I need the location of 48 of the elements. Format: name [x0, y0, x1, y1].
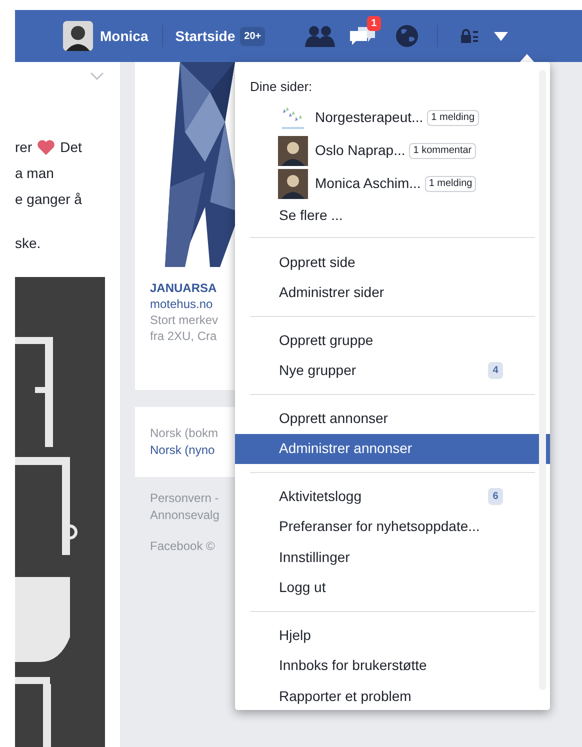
post-text: e ganger å: [15, 191, 82, 207]
privacy-lock-icon[interactable]: [460, 29, 480, 43]
menu-item[interactable]: Rapporter et problem: [235, 681, 550, 710]
language-link[interactable]: Norsk (nyno: [150, 442, 215, 459]
section-heading: Dine sider:: [249, 78, 314, 96]
menu-item[interactable]: Hjelp: [235, 620, 550, 650]
menu-item[interactable]: Preferanser for nyhetsoppdate...: [235, 512, 550, 542]
avatar[interactable]: [278, 168, 308, 198]
menu-item[interactable]: Opprett annonser: [235, 403, 550, 434]
menu-item[interactable]: Opprett side: [235, 247, 550, 278]
notification-count: 6: [488, 488, 503, 505]
notification-count: 1 melding: [424, 176, 476, 192]
notification-count: 4: [488, 362, 503, 380]
language-text: Norsk (bokm: [150, 425, 218, 442]
menu-item[interactable]: Innstillinger: [235, 542, 550, 572]
ad-text: Stort merkev: [150, 312, 218, 328]
avatar[interactable]: [278, 136, 308, 166]
messages-icon[interactable]: [349, 24, 378, 46]
ad-text: fra 2XU, Cra: [150, 328, 217, 344]
notification-count: 1 kommentar: [409, 142, 476, 158]
globe-icon[interactable]: [395, 24, 420, 48]
post-text: Det: [60, 138, 82, 157]
heart-icon: [37, 139, 56, 155]
friends-icon[interactable]: [305, 25, 336, 47]
page-link[interactable]: Norgesterapeut...: [315, 107, 424, 128]
post-text: rer: [15, 138, 32, 157]
menu-item[interactable]: Aktivitetslogg 6: [235, 481, 550, 512]
notification-count: 1: [367, 16, 381, 31]
page-link[interactable]: Monica Aschim...: [315, 173, 421, 194]
menu-item[interactable]: Opprett gruppe: [235, 325, 550, 356]
home-link[interactable]: Startside: [175, 26, 236, 46]
profile-link[interactable]: Monica: [100, 26, 148, 46]
ad-link[interactable]: motehus.no: [150, 296, 213, 312]
avatar[interactable]: [63, 21, 93, 51]
menu-item[interactable]: Se flere ...: [279, 205, 343, 226]
menu-item[interactable]: Nye grupper 4: [235, 356, 550, 386]
dropdown-arrow-icon[interactable]: [494, 32, 508, 40]
page-link[interactable]: Oslo Naprap...: [315, 140, 406, 161]
notification-count: 1 melding: [427, 110, 479, 126]
post-text: ske.: [15, 235, 41, 251]
menu-item[interactable]: Logg ut: [235, 572, 550, 603]
menu-item[interactable]: Administrer sider: [235, 278, 550, 308]
post-text: a man: [15, 165, 54, 181]
menu-item[interactable]: Administrer annonser: [235, 434, 550, 464]
menu-item[interactable]: Innboks for brukerstøtte: [235, 650, 550, 681]
ad-title[interactable]: JANUARSA: [150, 280, 217, 296]
notification-count: 20+: [240, 26, 266, 46]
chevron-down-icon[interactable]: [90, 72, 104, 80]
